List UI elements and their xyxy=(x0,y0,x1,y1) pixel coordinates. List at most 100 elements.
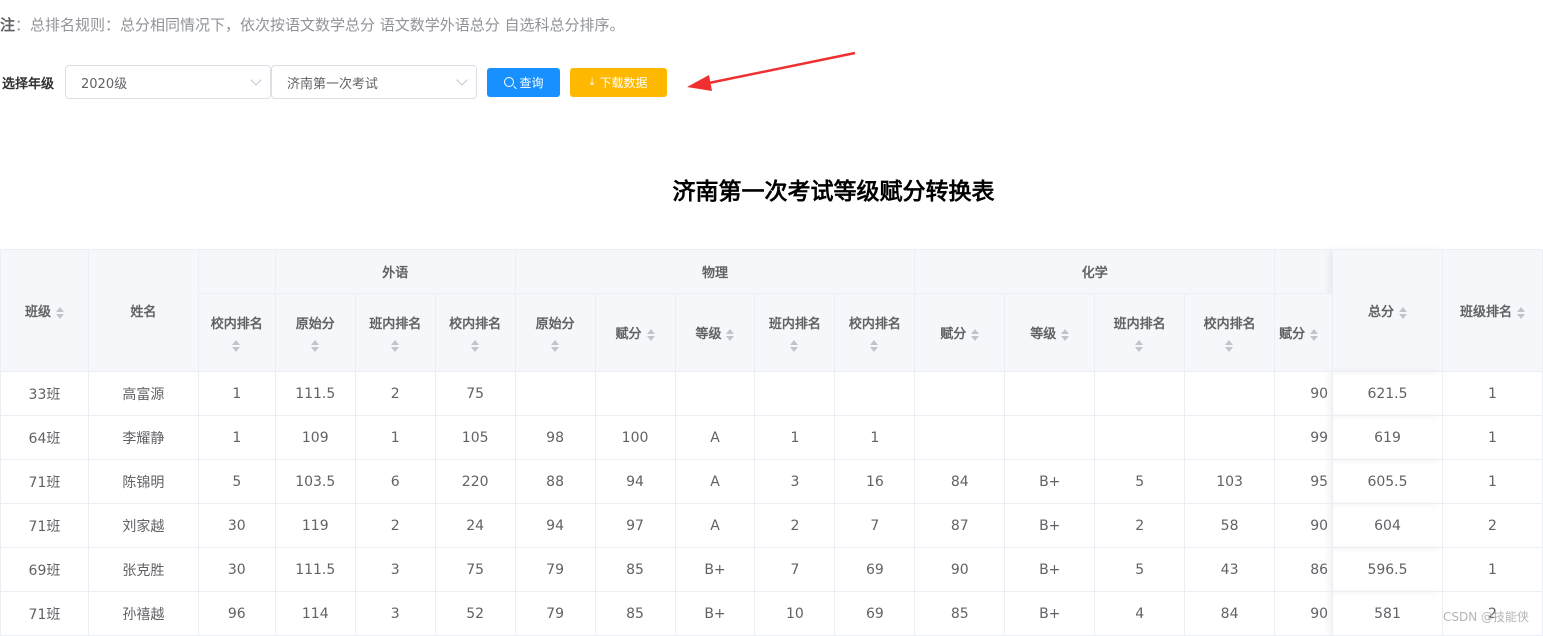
cell: 30 xyxy=(197,547,276,592)
cell: 97 xyxy=(594,503,676,548)
header-physics-scaled[interactable]: 赋分 xyxy=(594,293,676,372)
cell-class-rank: 1 xyxy=(1441,459,1543,504)
cell-total: 619 xyxy=(1332,415,1443,460)
cell: B+ xyxy=(1004,503,1096,548)
cell: 52 xyxy=(434,591,516,636)
cell xyxy=(1004,371,1096,416)
cell: 1 xyxy=(197,371,276,416)
header-chem-class-rank[interactable]: 班内排名 xyxy=(1094,293,1186,372)
cell xyxy=(1094,415,1186,460)
cell xyxy=(594,371,676,416)
cell-total: 605.5 xyxy=(1332,459,1443,504)
sort-icon[interactable] xyxy=(550,340,560,352)
cell: 2 xyxy=(754,503,836,548)
header-next-scaled[interactable]: 赋分 xyxy=(1274,293,1334,372)
header-group-physics: 物理 xyxy=(514,249,916,294)
sort-icon[interactable] xyxy=(55,306,64,319)
header-group-foreign: 外语 xyxy=(274,249,516,294)
cell-total: 621.5 xyxy=(1332,371,1443,416)
cell: 103.5 xyxy=(274,459,356,504)
watermark: CSDN @技能侠 xyxy=(1442,610,1529,624)
cell: 111.5 xyxy=(274,547,356,592)
table-row: 71班 陈锦明 5 103.5 6 220 88 94 A 3 16 84 B+… xyxy=(0,459,1543,504)
sort-icon[interactable] xyxy=(1516,306,1525,319)
cell-class-rank: 1 xyxy=(1441,547,1543,592)
cell: 4 xyxy=(1094,591,1186,636)
sort-icon[interactable] xyxy=(1310,328,1319,341)
cell: B+ xyxy=(674,547,756,592)
header-chem-level[interactable]: 等级 xyxy=(1004,293,1096,372)
cell: 7 xyxy=(754,547,836,592)
query-button-label: 查询 xyxy=(519,75,544,90)
header-foreign-raw[interactable]: 原始分 xyxy=(274,293,356,372)
header-physics-class-rank[interactable]: 班内排名 xyxy=(754,293,836,372)
sort-icon[interactable] xyxy=(1225,340,1234,352)
sort-icon[interactable] xyxy=(1399,306,1407,319)
header-physics-level[interactable]: 等级 xyxy=(674,293,756,372)
sort-icon[interactable] xyxy=(646,328,655,341)
cell: B+ xyxy=(1004,459,1096,504)
sort-icon[interactable] xyxy=(971,328,980,341)
cell: 105 xyxy=(434,415,516,460)
cell: 96 xyxy=(197,591,276,636)
sort-icon[interactable] xyxy=(232,340,241,352)
header-chinese-school-rank[interactable]: 校内排名 xyxy=(197,293,276,372)
header-foreign-class-rank[interactable]: 班内排名 xyxy=(354,293,436,372)
header-group-cut-right xyxy=(1274,249,1334,294)
header-class[interactable]: 班级 xyxy=(0,249,89,372)
header-foreign-school-rank[interactable]: 校内排名 xyxy=(434,293,516,372)
header-chem-scaled[interactable]: 赋分 xyxy=(914,293,1006,372)
cell: 88 xyxy=(514,459,596,504)
header-physics-school-rank[interactable]: 校内排名 xyxy=(834,293,916,372)
cell: 75 xyxy=(434,371,516,416)
header-group-chemistry: 化学 xyxy=(914,249,1276,294)
cell-class-rank: 2 xyxy=(1441,503,1543,548)
sort-icon[interactable] xyxy=(870,340,879,352)
cell: 99 xyxy=(1274,415,1334,460)
exam-select[interactable]: 济南第一次考试 xyxy=(271,65,478,99)
red-arrow-annotation xyxy=(687,51,856,91)
cell: 5 xyxy=(1094,459,1186,504)
cell: 79 xyxy=(514,591,596,636)
cell: 7 xyxy=(834,503,916,548)
sort-icon[interactable] xyxy=(390,340,400,352)
header-physics-raw[interactable]: 原始分 xyxy=(514,293,596,372)
cell: 69 xyxy=(834,547,916,592)
download-data-button[interactable]: ⤓ 下载数据 xyxy=(570,67,668,97)
header-class-rank-total[interactable]: 班级排名 xyxy=(1441,249,1543,372)
cell: 79 xyxy=(514,547,596,592)
cell: 1 xyxy=(754,415,836,460)
sort-icon[interactable] xyxy=(726,328,735,341)
exam-select-value: 济南第一次考试 xyxy=(287,76,379,92)
cell: 5 xyxy=(1094,547,1186,592)
cell: 98 xyxy=(514,415,596,460)
grade-select[interactable]: 2020级 xyxy=(65,65,272,99)
sort-icon[interactable] xyxy=(1135,340,1144,352)
cell: 2 xyxy=(354,371,436,416)
sort-icon[interactable] xyxy=(310,340,320,352)
cell: 109 xyxy=(274,415,356,460)
cell: 3 xyxy=(354,547,436,592)
cell: 1 xyxy=(197,415,276,460)
header-total[interactable]: 总分 xyxy=(1332,249,1443,372)
sort-icon[interactable] xyxy=(470,340,480,352)
cell: 16 xyxy=(834,459,916,504)
cell-class: 64班 xyxy=(0,415,89,460)
header-chem-school-rank[interactable]: 校内排名 xyxy=(1184,293,1276,372)
cell: A xyxy=(674,415,756,460)
chevron-down-icon xyxy=(456,74,468,86)
cell: 95 xyxy=(1274,459,1334,504)
grade-filter-label: 选择年级 xyxy=(2,76,55,92)
cell: 58 xyxy=(1184,503,1276,548)
sort-icon[interactable] xyxy=(790,340,799,352)
sort-icon[interactable] xyxy=(1061,328,1070,341)
filter-bar: 选择年级 2020级 济南第一次考试 查询 ⤓ 下载数据 xyxy=(0,65,668,99)
cell: 90 xyxy=(1274,371,1334,416)
query-button[interactable]: 查询 xyxy=(487,67,561,97)
chevron-down-icon xyxy=(250,74,262,86)
cell-total: 604 xyxy=(1332,503,1443,548)
cell: 6 xyxy=(354,459,436,504)
cell xyxy=(674,371,756,416)
cell: 84 xyxy=(1184,591,1276,636)
table-title: 济南第一次考试等级赋分转换表 xyxy=(672,179,995,205)
